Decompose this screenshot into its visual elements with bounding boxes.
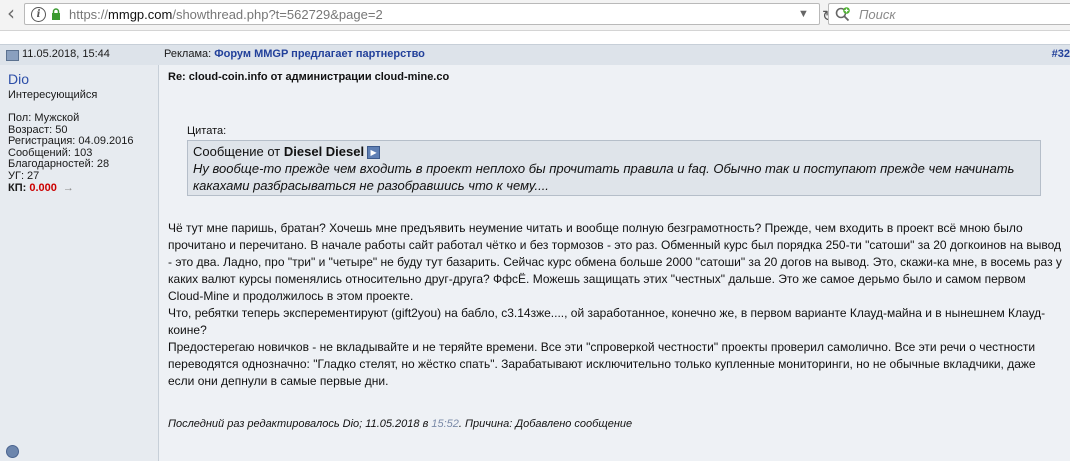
post-header: 11.05.2018, 15:44 Реклама: Форум MMGP пр… [0, 44, 1070, 65]
kp-arrow-icon[interactable]: → [63, 182, 74, 194]
post-number-link[interactable]: #32 [1052, 48, 1070, 60]
post-paragraph: Что, ребятки теперь эксперементируют (gi… [168, 306, 1046, 337]
user-gender: Пол: Мужской [8, 112, 80, 124]
post-icon [6, 50, 19, 61]
edit-note: Последний раз редактировалось Dio; 11.05… [168, 418, 632, 430]
user-kp: КП: 0.000 → [8, 181, 133, 195]
quote-box: Сообщение от Diesel Diesel ▶ Ну вообще-то… [187, 140, 1041, 196]
address-bar[interactable]: i https://mmgp.com/showthread.php?t=5627… [24, 3, 835, 25]
post-paragraph: Предостерегаю новичков - не вкладывайте … [168, 340, 1036, 388]
url-text: https://mmgp.com/showthread.php?t=562729… [69, 7, 383, 22]
lock-icon [52, 8, 60, 20]
browser-toolbar: ‹ i https://mmgp.com/showthread.php?t=56… [0, 0, 1070, 31]
view-post-icon[interactable]: ▶ [367, 146, 381, 160]
ad-prefix: Реклама: [164, 48, 215, 60]
quote-author-prefix: Сообщение от [193, 144, 284, 159]
url-scheme: https:// [69, 7, 109, 22]
user-title: Интересующийся [8, 89, 98, 101]
edit-suffix: . Причина: Добавлено сообщение [458, 418, 633, 430]
edit-time: 15:52 [431, 418, 459, 430]
kp-value: 0.000 [29, 181, 57, 194]
url-path: /showthread.php?t=562729&page=2 [172, 7, 383, 22]
quote-label: Цитата: [187, 125, 227, 137]
back-button[interactable]: ‹ [2, 3, 20, 24]
search-engine-icon[interactable] [835, 7, 850, 22]
online-status-icon [6, 445, 19, 458]
kp-label: КП: [8, 181, 30, 194]
username-link[interactable]: Dio [8, 71, 29, 87]
quote-text: Ну вообще-то прежде чем входить в проект… [193, 161, 1015, 193]
post-date: 11.05.2018, 15:44 [22, 48, 110, 60]
post-paragraph: Чё тут мне паришь, братан? Хочешь мне пр… [168, 221, 1062, 303]
url-dropdown-icon[interactable]: ▼ [798, 8, 809, 20]
user-details: Пол: Мужской Возраст: 50 Регистрация: 04… [8, 112, 133, 195]
post-title: Re: cloud-coin.info от администрации clo… [168, 71, 450, 83]
url-domain: mmgp.com [108, 7, 173, 22]
ad-link[interactable]: Форум MMGP предлагает партнерство [214, 48, 425, 60]
info-icon[interactable]: i [31, 7, 46, 22]
search-input[interactable]: Поиск [828, 3, 1070, 25]
post-body: Чё тут мне паришь, братан? Хочешь мне пр… [168, 220, 1063, 390]
edit-prefix: Последний раз редактировалось Dio; 11.05… [168, 418, 432, 430]
post-content: Re: cloud-coin.info от администрации clo… [159, 65, 1070, 461]
quote-author: Сообщение от Diesel Diesel ▶ [193, 144, 1035, 160]
search-placeholder: Поиск [859, 7, 896, 22]
ad-label: Реклама: Форум MMGP предлагает партнерст… [164, 48, 425, 60]
user-info-panel: Dio Интересующийся Пол: Мужской Возраст:… [0, 65, 159, 461]
quote-author-name: Diesel Diesel [283, 144, 365, 159]
